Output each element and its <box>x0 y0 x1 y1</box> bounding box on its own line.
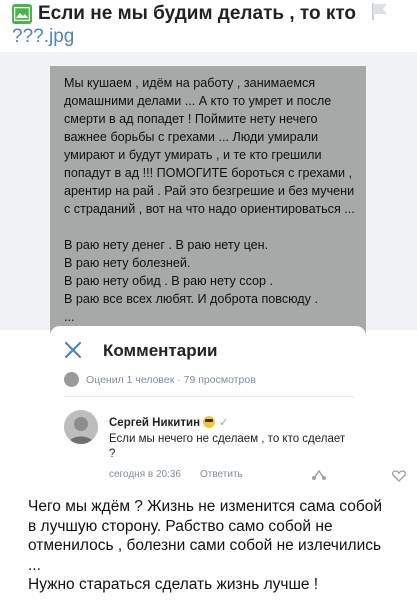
comments-sheet: Комментарии Оценил 1 человек · 79 просмо… <box>50 326 406 502</box>
comments-title: Комментарии <box>103 341 218 360</box>
comment-time: сегодня в 20:36 <box>109 469 181 480</box>
comment-text: Если мы нечего не сделаем , то кто сдела… <box>109 433 346 460</box>
image-text: Мы кушаем , идём на работу , занимаемся … <box>64 76 355 324</box>
comment-meta: сегодня в 20:36 Ответить <box>109 469 406 485</box>
stats-text: Оценил 1 человек · 79 просмотров <box>86 374 256 386</box>
author-name: Сергей Никитин <box>109 417 201 429</box>
header: Если не мы будим делать , то кто ???.jpg <box>0 0 417 52</box>
sunglasses-emoji-icon <box>203 416 216 428</box>
title-extension: ???.jpg <box>12 26 75 47</box>
likes-stats[interactable]: Оценил 1 человек · 79 просмотров <box>64 372 354 388</box>
comment-author[interactable]: Сергей Никитин ✓ <box>109 416 228 430</box>
title-text: Если не мы будим делать , то кто <box>38 3 356 24</box>
post-image[interactable]: Мы кушаем , идём на работу , занимаемся … <box>50 66 366 334</box>
verified-icon: ✓ <box>219 417 229 429</box>
reply-button[interactable]: Ответить <box>200 469 243 480</box>
flag-icon[interactable] <box>368 0 392 24</box>
liker-avatar <box>64 372 79 387</box>
share-icon[interactable] <box>311 469 327 484</box>
close-icon[interactable] <box>64 341 82 359</box>
heart-icon[interactable] <box>392 470 406 485</box>
avatar[interactable] <box>64 410 98 444</box>
page-title: Если не мы будим делать , то кто ???.jpg <box>12 2 362 48</box>
post-body-text: Чего мы ждём ? Жизнь не изменится сама с… <box>28 498 383 593</box>
divider <box>64 396 354 397</box>
